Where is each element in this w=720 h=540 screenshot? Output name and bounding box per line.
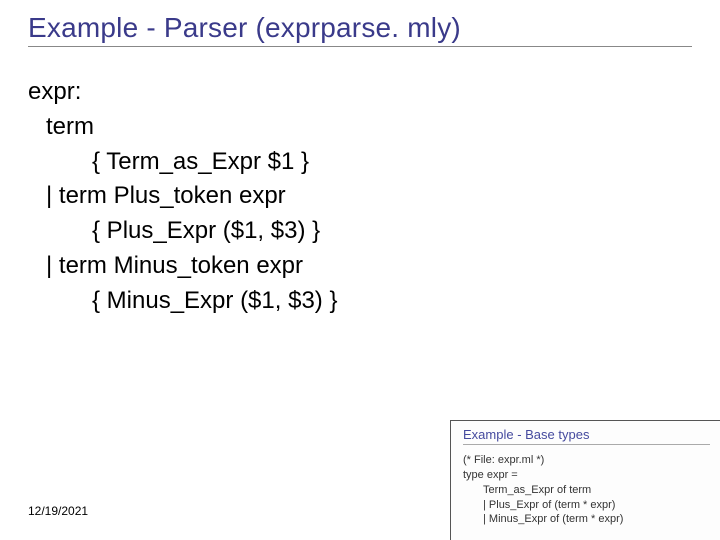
- thumb-body: (* File: expr.ml *) type expr = Term_as_…: [463, 453, 710, 527]
- slide-body: expr: term { Term_as_Expr $1 } | term Pl…: [28, 75, 692, 319]
- slide-date: 12/19/2021: [28, 504, 88, 518]
- thumb-line: (* File: expr.ml *): [463, 453, 710, 468]
- slide-title: Example - Parser (exprparse. mly): [28, 12, 692, 47]
- thumb-line: Term_as_Expr of term: [483, 483, 710, 498]
- grammar-prod-1: term: [46, 110, 692, 145]
- thumb-line: | Minus_Expr of (term * expr): [483, 512, 710, 527]
- grammar-prod-2: | term Plus_token expr: [46, 179, 692, 214]
- grammar-prod-3: | term Minus_token expr: [46, 249, 692, 284]
- grammar-rule-head: expr:: [28, 75, 692, 110]
- grammar-action-2: { Plus_Expr ($1, $3) }: [92, 214, 692, 249]
- thumb-line: type expr =: [463, 468, 710, 483]
- thumb-title: Example - Base types: [463, 427, 710, 445]
- slide: Example - Parser (exprparse. mly) expr: …: [0, 0, 720, 540]
- next-slide-thumbnail: Example - Base types (* File: expr.ml *)…: [450, 420, 720, 540]
- thumb-line: | Plus_Expr of (term * expr): [483, 498, 710, 513]
- grammar-action-1: { Term_as_Expr $1 }: [92, 145, 692, 180]
- grammar-action-3: { Minus_Expr ($1, $3) }: [92, 284, 692, 319]
